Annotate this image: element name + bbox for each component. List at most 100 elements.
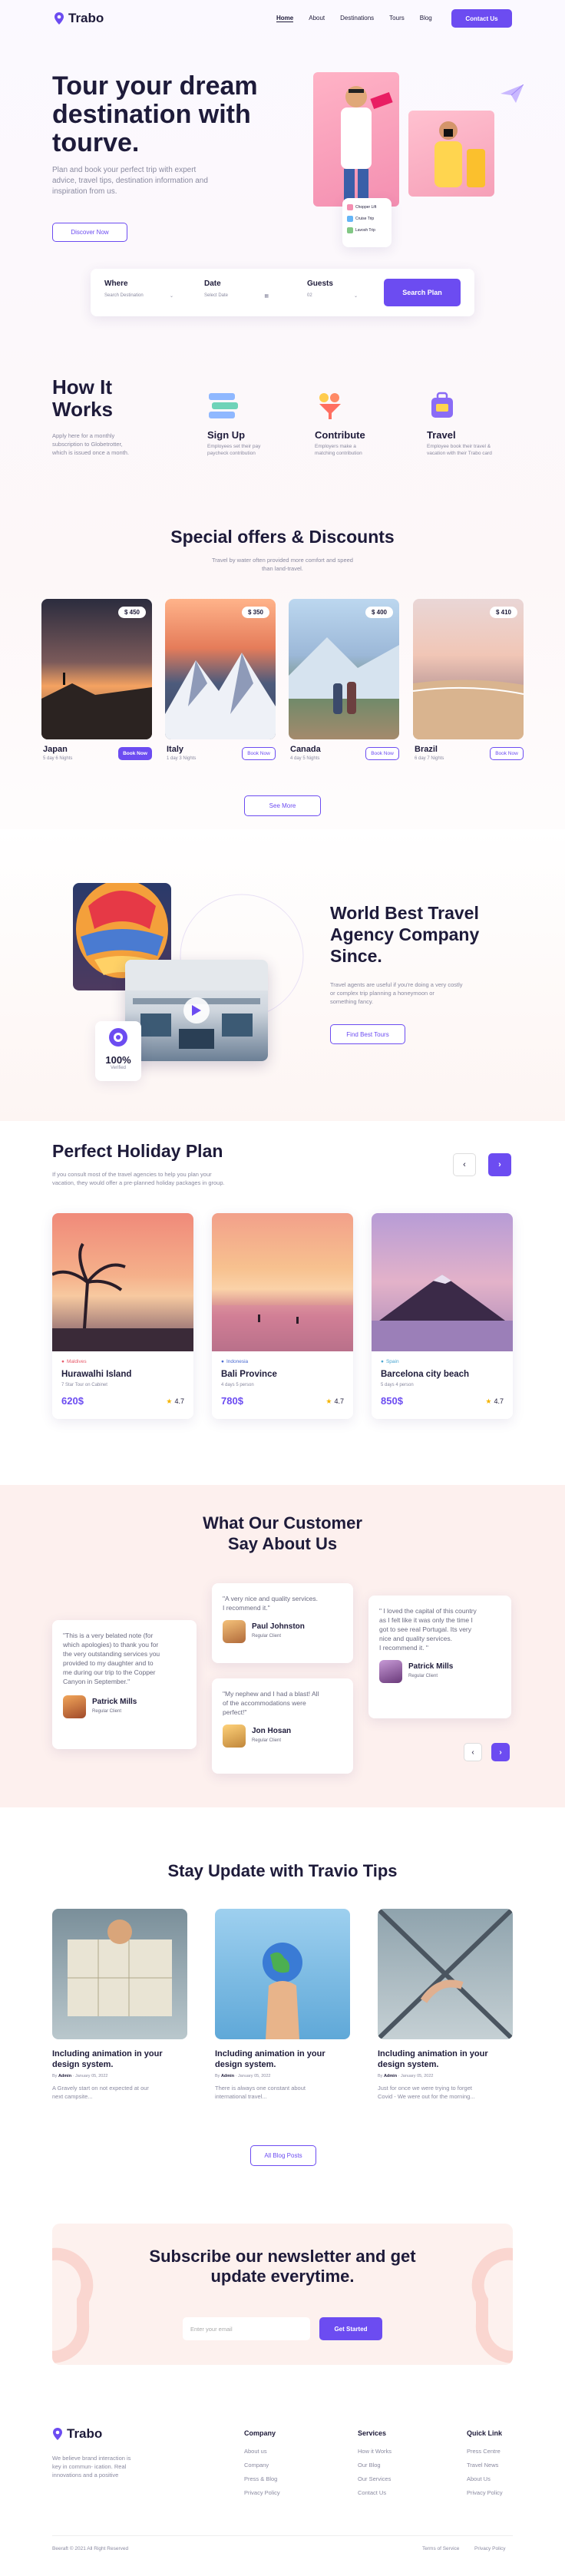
offer-photo-canada (289, 599, 399, 739)
get-started-button[interactable]: Get Started (319, 2317, 382, 2340)
discover-now-button[interactable]: Discover Now (52, 223, 127, 242)
search-plan-button[interactable]: Search Plan (384, 279, 461, 306)
meta-author: Admin (58, 2074, 72, 2078)
contact-us-button[interactable]: Contact Us (451, 9, 512, 28)
footer-divider (52, 2535, 513, 2536)
footer-link[interactable]: Contact Us (358, 2489, 392, 2496)
footer-link[interactable]: Privacy Policy (467, 2489, 503, 2496)
office-video-thumbnail[interactable] (125, 960, 268, 1061)
nav-about[interactable]: About (309, 15, 325, 22)
testimonial-prev-button[interactable]: ‹ (464, 1743, 482, 1761)
play-button[interactable] (183, 997, 210, 1023)
newsletter-email-input[interactable]: Enter your email (183, 2317, 310, 2340)
holiday-desc-line2: vacation, they would offer a pre-planned… (52, 1179, 225, 1186)
logo[interactable]: Trabo (54, 11, 104, 26)
blog-meta: By Admin · January 05, 2022 (378, 2074, 434, 2078)
country-label: Indonesia (226, 1359, 249, 1364)
footer-link[interactable]: Press Centre (467, 2448, 503, 2455)
carousel-next-button[interactable]: › (488, 1153, 511, 1176)
agency-title: World Best Travel Agency Company Since. (330, 902, 479, 967)
blog-title: Including animation in your design system… (378, 2049, 488, 2070)
hero-desc-line1: Plan and book your perfect trip with exp… (52, 166, 197, 174)
traveler-with-luggage-illustration (434, 121, 485, 187)
offer-card[interactable]: $ 450 Japan 5 day 6 Nights Book Now (41, 599, 152, 768)
footer-link[interactable]: About Us (467, 2475, 503, 2482)
testimonial-line: me during our trip to the Copper (63, 1668, 156, 1676)
privacy-link[interactable]: Privacy Policy (474, 2546, 505, 2551)
step-desc: vacation with their Trabo card (427, 451, 492, 456)
excerpt-line: Covid - We were out for the morning... (378, 2093, 475, 2100)
footer-link[interactable]: Travel News (467, 2462, 503, 2469)
meta-date: January 05, 2022 (400, 2074, 434, 2078)
testimonial-next-button[interactable]: › (491, 1743, 510, 1761)
avatar (63, 1695, 86, 1718)
footer-link[interactable]: About us (244, 2448, 280, 2455)
nav-tours[interactable]: Tours (389, 15, 405, 22)
footer-link[interactable]: Company (244, 2462, 280, 2469)
nav-home[interactable]: Home (276, 15, 294, 22)
holiday-card[interactable]: ● Indonesia Bali Province 4 days 5 person… (212, 1213, 353, 1419)
offer-duration: 5 day 6 Nights (43, 756, 73, 761)
testimonial-line: " I loved the capital of this country (379, 1607, 477, 1615)
offer-card[interactable]: $ 350 Italy 1 day 3 Nights Book Now (165, 599, 276, 768)
offer-card[interactable]: $ 410 Brazil 6 day 7 Nights Book Now (413, 599, 524, 768)
traveler-figure-illustration (341, 86, 393, 207)
offer-duration: 4 day 5 Nights (290, 756, 320, 761)
guests-field[interactable]: Guests 02 ⌄ (307, 279, 358, 299)
offer-photo-italy (165, 599, 276, 739)
newsletter-title-line2: update everytime. (210, 2267, 355, 2286)
blog-card[interactable]: Including animation in your design system… (52, 1909, 187, 2116)
all-blog-posts-button[interactable]: All Blog Posts (250, 2145, 316, 2166)
date-placeholder: Select Date (204, 293, 229, 298)
holiday-card[interactable]: ● Spain Barcelona city beach 5 days 4 per… (372, 1213, 513, 1419)
offer-photo-japan (41, 599, 152, 739)
nav-destinations[interactable]: Destinations (340, 15, 374, 22)
footer-link[interactable]: Our Blog (358, 2462, 392, 2469)
footer-desc-line: innovations and a positive (52, 2472, 119, 2478)
footer-desc-line: key in commun- ication. Real (52, 2463, 127, 2470)
date-field[interactable]: Date Select Date ▦ (204, 279, 269, 299)
holiday-card[interactable]: ● Maldives Hurawalhi Island 7 Star Tour o… (52, 1213, 193, 1419)
testimonial-line: of the accommodations were (223, 1699, 306, 1707)
find-best-tours-button[interactable]: Find Best Tours (330, 1024, 405, 1044)
rating-value: 4.7 (334, 1397, 344, 1405)
search-panel: Where Search Destination ⌄ Date Select Da… (91, 269, 474, 316)
footer-link[interactable]: Press & Blog (244, 2475, 280, 2482)
step-title: Travel (427, 429, 456, 441)
agency-title-line1: World Best Travel (330, 903, 479, 923)
nav-blog[interactable]: Blog (420, 15, 432, 22)
blog-meta: By Admin · January 05, 2022 (52, 2074, 108, 2078)
holiday-price: 620$ (61, 1395, 84, 1407)
carousel-prev-button[interactable]: ‹ (453, 1153, 476, 1176)
terms-link[interactable]: Terms of Service (422, 2546, 459, 2551)
price-badge: $ 350 (241, 607, 269, 618)
offer-photo-brazil (413, 599, 524, 739)
book-now-button[interactable]: Book Now (365, 747, 399, 760)
blog-card[interactable]: Including animation in your design system… (215, 1909, 350, 2116)
testimonial-line: Canyon in September." (63, 1678, 131, 1685)
book-now-button[interactable]: Book Now (242, 747, 276, 760)
star-icon: ★ (166, 1397, 173, 1405)
testimonial-line: "This is a very belated note (for (63, 1632, 154, 1639)
footer-link[interactable]: Privacy Policy (244, 2489, 280, 2496)
book-now-button[interactable]: Book Now (118, 747, 152, 760)
footer-link[interactable]: How it Works (358, 2448, 392, 2455)
newsletter-panel: Subscribe our newsletter and get update … (52, 2224, 513, 2365)
email-placeholder: Enter your email (190, 2325, 233, 2333)
hero-desc-line3: inspiration from us. (52, 187, 117, 196)
where-field[interactable]: Where Search Destination ⌄ (104, 279, 173, 299)
holiday-desc-line1: If you consult most of the travel agenci… (52, 1171, 212, 1178)
decorative-rings (52, 2247, 513, 2363)
price-badge: $ 410 (489, 607, 517, 618)
badge-value: 100% (105, 1054, 131, 1066)
blog-title-line: design system. (378, 2060, 439, 2069)
offer-card[interactable]: $ 400 Canada 4 day 5 Nights Book Now (289, 599, 399, 768)
book-now-button[interactable]: Book Now (490, 747, 524, 760)
chevron-down-icon: ⌄ (169, 294, 173, 299)
blog-card[interactable]: Including animation in your design system… (378, 1909, 513, 2116)
footer-link[interactable]: Our Services (358, 2475, 392, 2482)
guests-value: 02 (307, 293, 312, 298)
footer-logo[interactable]: Trabo (52, 2426, 102, 2442)
see-more-button[interactable]: See More (244, 795, 321, 816)
testimonial-line: as I felt like it was only the time I (379, 1616, 473, 1624)
